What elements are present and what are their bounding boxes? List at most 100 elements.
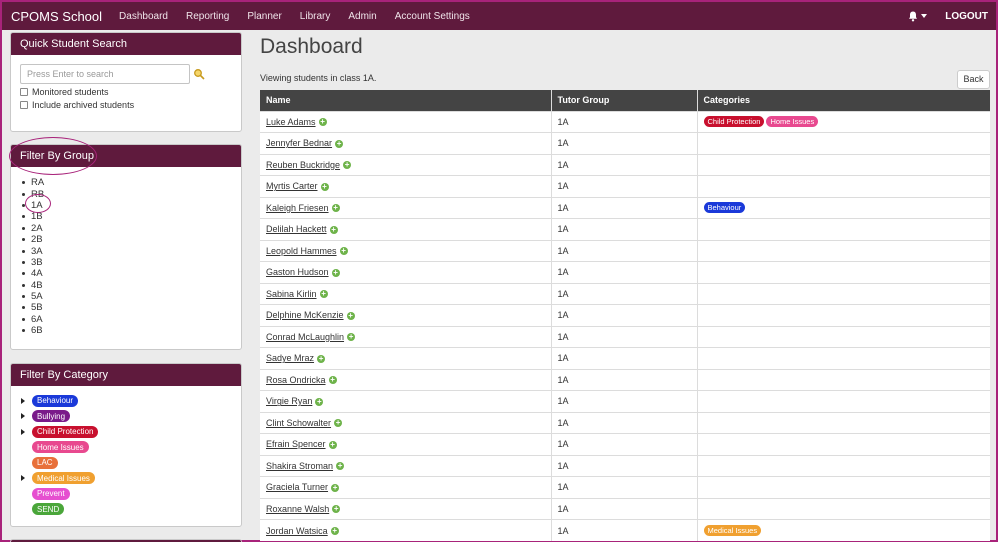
table-row: Roxanne Walsh +1A xyxy=(260,497,990,520)
monitored-checkbox[interactable] xyxy=(20,88,28,96)
cell-categories xyxy=(696,261,990,283)
group-item-4a[interactable]: 4A xyxy=(22,268,241,279)
category-pill-medical-issues[interactable]: Medical Issues xyxy=(32,472,95,485)
student-name-link[interactable]: Virgie Ryan xyxy=(266,396,312,406)
expand-arrow-icon[interactable] xyxy=(21,397,25,404)
group-item-5a[interactable]: 5A xyxy=(22,291,241,302)
nav-admin[interactable]: Admin xyxy=(348,11,376,22)
student-name-link[interactable]: Kaleigh Friesen xyxy=(266,203,329,213)
cell-name: Sadye Mraz + xyxy=(260,347,551,369)
column-header-categories[interactable]: Categories xyxy=(696,90,990,111)
bullet-icon xyxy=(22,249,25,253)
add-incident-icon[interactable]: + xyxy=(328,376,337,385)
add-incident-icon[interactable]: + xyxy=(346,311,355,320)
group-list: RA RB 1A 1B 2A 2B 3A 3B 4A 4B 5A 5B 6A 6B xyxy=(22,177,241,336)
student-name-link[interactable]: Delphine McKenzie xyxy=(266,310,344,320)
category-pill-send[interactable]: SEND xyxy=(32,503,65,516)
nav-account-settings[interactable]: Account Settings xyxy=(395,11,470,22)
archived-checkbox-row[interactable]: Include archived students xyxy=(20,100,241,110)
student-name-link[interactable]: Graciela Turner xyxy=(266,482,328,492)
add-incident-icon[interactable]: + xyxy=(317,354,326,363)
group-item-4b[interactable]: 4B xyxy=(22,280,241,291)
archived-label: Include archived students xyxy=(32,100,135,110)
student-name-link[interactable]: Myrtis Carter xyxy=(266,181,318,191)
expand-arrow-icon[interactable] xyxy=(21,475,25,482)
category-pill-prevent[interactable]: Prevent xyxy=(32,487,70,500)
archived-checkbox[interactable] xyxy=(20,101,28,109)
student-name-link[interactable]: Clint Schowalter xyxy=(266,418,331,428)
group-item-rb[interactable]: RB xyxy=(22,188,241,200)
back-button[interactable]: Back xyxy=(957,70,990,89)
column-header-name[interactable]: Name xyxy=(260,90,551,111)
cell-categories xyxy=(696,497,990,520)
cell-categories xyxy=(696,304,990,326)
add-incident-icon[interactable]: + xyxy=(331,268,340,277)
add-incident-icon[interactable]: + xyxy=(328,440,337,449)
group-item-6a[interactable]: 6A xyxy=(22,314,241,325)
category-pill-bullying[interactable]: Bullying xyxy=(32,410,71,423)
group-item-2a[interactable]: 2A xyxy=(22,223,241,234)
group-item-1a[interactable]: 1A xyxy=(22,200,241,211)
add-incident-icon[interactable]: + xyxy=(319,290,328,299)
nav-dashboard[interactable]: Dashboard xyxy=(119,11,168,22)
nav-library[interactable]: Library xyxy=(300,11,331,22)
brand-logo[interactable]: CPOMS School xyxy=(11,9,102,24)
add-incident-icon[interactable]: + xyxy=(347,333,356,342)
nav-planner[interactable]: Planner xyxy=(247,11,281,22)
category-pill-lac[interactable]: LAC xyxy=(32,456,58,469)
expand-arrow-icon[interactable] xyxy=(21,413,25,420)
add-incident-icon[interactable]: + xyxy=(334,419,343,428)
expand-arrow-icon[interactable] xyxy=(21,428,25,435)
category-pill-child-protection[interactable]: Child Protection xyxy=(32,425,99,438)
student-name-link[interactable]: Efrain Spencer xyxy=(266,439,326,449)
add-incident-icon[interactable]: + xyxy=(315,397,324,406)
student-name-link[interactable]: Roxanne Walsh xyxy=(266,504,329,514)
category-pill-home-issues[interactable]: Home Issues xyxy=(32,441,89,454)
column-header-tutor-group[interactable]: Tutor Group xyxy=(550,90,697,111)
add-incident-icon[interactable]: + xyxy=(330,527,339,536)
student-name-link[interactable]: Gaston Hudson xyxy=(266,267,329,277)
search-input[interactable] xyxy=(20,64,190,84)
student-name-link[interactable]: Leopold Hammes xyxy=(266,246,337,256)
logout-link[interactable]: LOGOUT xyxy=(945,11,988,22)
search-icon[interactable] xyxy=(193,68,205,80)
monitored-checkbox-row[interactable]: Monitored students xyxy=(20,87,241,97)
student-name-link[interactable]: Jennyfer Bednar xyxy=(266,138,332,148)
student-name-link[interactable]: Shakira Stroman xyxy=(266,461,333,471)
student-name-link[interactable]: Jordan Watsica xyxy=(266,526,328,536)
cell-categories xyxy=(696,153,990,176)
cell-categories xyxy=(696,282,990,305)
bullet-icon xyxy=(22,226,25,230)
add-incident-icon[interactable]: + xyxy=(329,225,338,234)
student-name-link[interactable]: Sadye Mraz xyxy=(266,353,314,363)
add-incident-icon[interactable]: + xyxy=(335,139,344,148)
student-name-link[interactable]: Reuben Buckridge xyxy=(266,160,340,170)
add-incident-icon[interactable]: + xyxy=(331,483,340,492)
add-incident-icon[interactable]: + xyxy=(343,161,352,170)
add-incident-icon[interactable]: + xyxy=(336,462,345,471)
group-item-3a[interactable]: 3A xyxy=(22,245,241,257)
add-incident-icon[interactable]: + xyxy=(320,182,329,191)
group-item-3b[interactable]: 3B xyxy=(22,257,241,268)
add-incident-icon[interactable]: + xyxy=(332,505,341,514)
student-name-link[interactable]: Conrad McLaughlin xyxy=(266,332,344,342)
group-item-1b[interactable]: 1B xyxy=(22,211,241,222)
group-item-ra[interactable]: RA xyxy=(22,177,241,188)
student-name-link[interactable]: Luke Adams xyxy=(266,117,316,127)
add-incident-icon[interactable]: + xyxy=(331,204,340,213)
group-item-6b[interactable]: 6B xyxy=(22,325,241,336)
group-item-5b[interactable]: 5B xyxy=(22,302,241,313)
student-name-link[interactable]: Rosa Ondricka xyxy=(266,375,326,385)
add-incident-icon[interactable]: + xyxy=(318,118,327,127)
nav-reporting[interactable]: Reporting xyxy=(186,11,229,22)
student-name-link[interactable]: Delilah Hackett xyxy=(266,224,327,234)
notifications-dropdown[interactable] xyxy=(908,11,928,22)
group-item-2b[interactable]: 2B xyxy=(22,234,241,245)
student-name-link[interactable]: Sabina Kirlin xyxy=(266,289,317,299)
category-pill-behaviour[interactable]: Behaviour xyxy=(32,394,79,407)
filter-group-panel: Filter By Group RA RB 1A 1B 2A 2B 3A 3B 4A 4B 5A 5B… xyxy=(10,144,242,350)
add-incident-icon[interactable]: + xyxy=(339,247,348,256)
group-label: 1A xyxy=(31,199,43,211)
cell-tutor-group: 1A xyxy=(550,218,697,240)
cell-tutor-group: 1A xyxy=(550,304,697,326)
